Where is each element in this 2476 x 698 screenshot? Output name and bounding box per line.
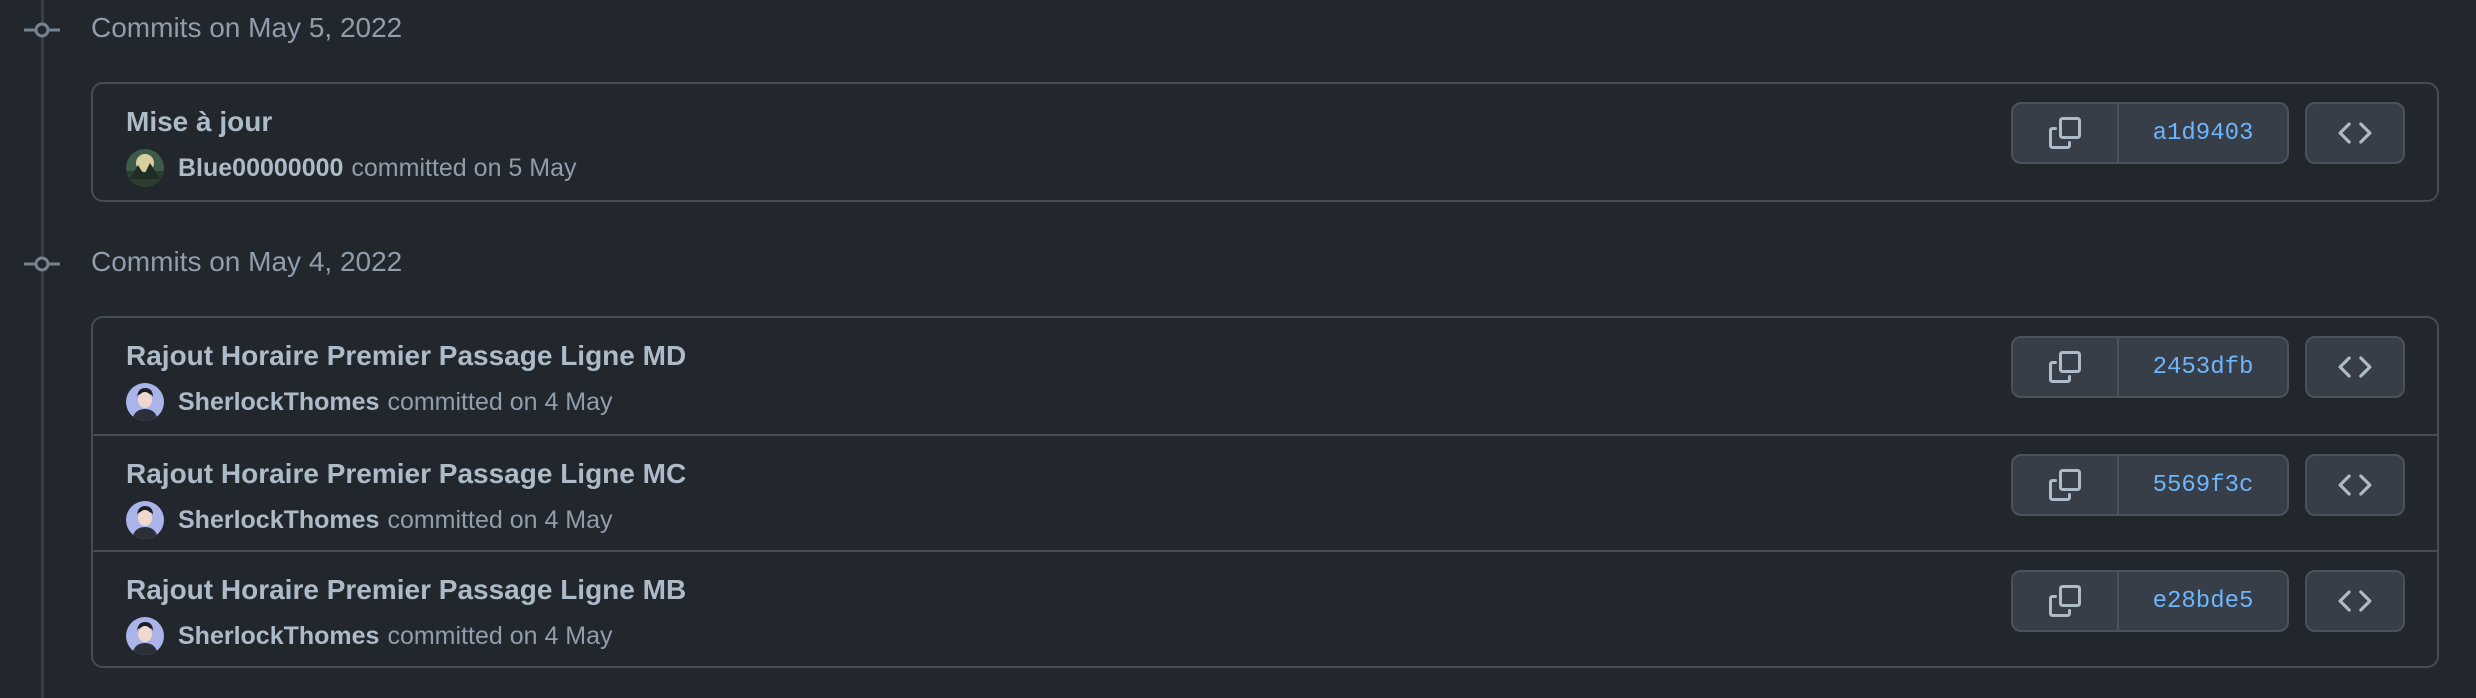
browse-repo-button[interactable]: [2305, 454, 2405, 516]
sha-button-group: a1d9403: [2011, 102, 2289, 164]
copy-sha-button[interactable]: [2011, 102, 2119, 164]
commit-sha-link[interactable]: a1d9403: [2119, 102, 2289, 164]
landscape-avatar-icon[interactable]: [126, 149, 164, 187]
person-avatar-icon[interactable]: [126, 501, 164, 539]
commit-row: Rajout Horaire Premier Passage Ligne MC …: [93, 434, 2437, 550]
commit-actions: e28bde5: [2011, 570, 2405, 632]
commit-row: Rajout Horaire Premier Passage Ligne MD …: [93, 318, 2437, 434]
commit-group-box: Rajout Horaire Premier Passage Ligne MD …: [91, 316, 2439, 668]
commit-author[interactable]: Blue00000000: [178, 154, 343, 183]
commit-date: committed on 5 May: [351, 153, 577, 182]
commit-title[interactable]: Rajout Horaire Premier Passage Ligne MD: [126, 340, 686, 372]
copy-icon: [2049, 117, 2081, 149]
commit-meta: SherlockThomes committed on 4 May: [126, 382, 613, 422]
commit-title[interactable]: Rajout Horaire Premier Passage Ligne MC: [126, 458, 686, 490]
commit-author[interactable]: SherlockThomes: [178, 506, 379, 535]
group-title-may-4: Commits on May 4, 2022: [91, 246, 403, 277]
commit-group-box: Mise à jour Blue00000000 committed on 5 …: [91, 82, 2439, 202]
timeline-line: [41, 0, 44, 698]
commit-meta: SherlockThomes committed on 4 May: [126, 616, 613, 656]
commit-date: committed on 4 May: [387, 505, 613, 534]
code-icon: [2338, 356, 2372, 378]
commit-date: committed on 4 May: [387, 621, 613, 650]
commit-row: Mise à jour Blue00000000 committed on 5 …: [93, 84, 2437, 200]
copy-icon: [2049, 585, 2081, 617]
commit-meta: SherlockThomes committed on 4 May: [126, 500, 613, 540]
browse-repo-button[interactable]: [2305, 102, 2405, 164]
code-icon: [2338, 474, 2372, 496]
commit-date: committed on 4 May: [387, 387, 613, 416]
sha-button-group: 5569f3c: [2011, 454, 2289, 516]
commit-author[interactable]: SherlockThomes: [178, 388, 379, 417]
sha-button-group: e28bde5: [2011, 570, 2289, 632]
commit-sha-link[interactable]: 5569f3c: [2119, 454, 2289, 516]
commit-actions: 5569f3c: [2011, 454, 2405, 516]
commit-title[interactable]: Mise à jour: [126, 106, 272, 138]
group-title-may-5: Commits on May 5, 2022: [91, 12, 403, 43]
commit-actions: 2453dfb: [2011, 336, 2405, 398]
git-commit-icon: [24, 254, 60, 274]
commit-actions: a1d9403: [2011, 102, 2405, 164]
sha-button-group: 2453dfb: [2011, 336, 2289, 398]
commit-author[interactable]: SherlockThomes: [178, 622, 379, 651]
person-avatar-icon[interactable]: [126, 617, 164, 655]
code-icon: [2338, 122, 2372, 144]
commit-row: Rajout Horaire Premier Passage Ligne MB …: [93, 550, 2437, 666]
browse-repo-button[interactable]: [2305, 336, 2405, 398]
copy-sha-button[interactable]: [2011, 454, 2119, 516]
copy-icon: [2049, 469, 2081, 501]
commit-title[interactable]: Rajout Horaire Premier Passage Ligne MB: [126, 574, 686, 606]
code-icon: [2338, 590, 2372, 612]
browse-repo-button[interactable]: [2305, 570, 2405, 632]
git-commit-icon: [24, 20, 60, 40]
commit-sha-link[interactable]: 2453dfb: [2119, 336, 2289, 398]
copy-sha-button[interactable]: [2011, 570, 2119, 632]
commit-sha-link[interactable]: e28bde5: [2119, 570, 2289, 632]
copy-icon: [2049, 351, 2081, 383]
person-avatar-icon[interactable]: [126, 383, 164, 421]
commit-meta: Blue00000000 committed on 5 May: [126, 148, 577, 188]
copy-sha-button[interactable]: [2011, 336, 2119, 398]
